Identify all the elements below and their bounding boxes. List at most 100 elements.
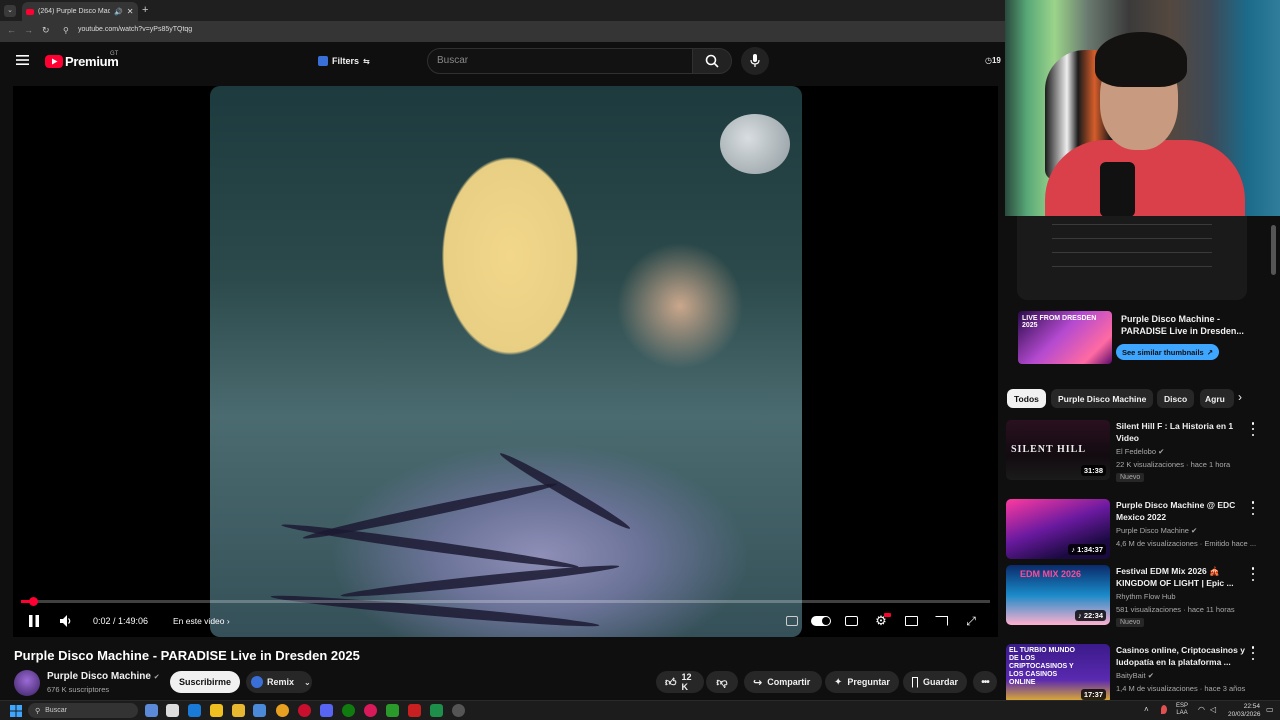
record-icon[interactable]	[408, 704, 421, 717]
folder-icon[interactable]	[232, 704, 245, 717]
search-button[interactable]	[692, 48, 732, 74]
like-button[interactable]: 👍︎ 12 K	[656, 671, 704, 693]
save-button[interactable]: Guardar	[903, 671, 967, 693]
remix-button[interactable]: Remix ⌄	[246, 671, 312, 693]
close-tab-icon[interactable]: ✕	[127, 7, 134, 16]
list-item[interactable]: EDM MIX 2026 ♪ 22:34 Festival EDM Mix 20…	[1005, 565, 1280, 627]
windows-taskbar: ⚲ Buscar ˄ ESP LAA ◠ ◁ 22:54 20/03/2026 ▭	[0, 700, 1280, 720]
video-title[interactable]: Silent Hill F : La Historia en 1 Video	[1116, 420, 1246, 444]
opera-icon[interactable]	[298, 704, 311, 717]
discord-icon[interactable]	[320, 704, 333, 717]
tray-chevron-icon[interactable]: ˄	[1144, 705, 1149, 714]
voice-search-button[interactable]	[741, 47, 769, 75]
list-item[interactable]: ♪ 1:34:37 Purple Disco Machine @ EDC Mex…	[1005, 499, 1280, 561]
chapters-button[interactable]: En este video ›	[173, 616, 230, 626]
list-item[interactable]: EL TURBIO MUNDO DE LOS CRIPTOCASINOS Y L…	[1005, 644, 1280, 706]
progress-bar[interactable]	[21, 597, 990, 606]
video-title[interactable]: Casinos online, Criptocasinos y ludopatí…	[1116, 644, 1246, 668]
video-thumbnail[interactable]: EL TURBIO MUNDO DE LOS CRIPTOCASINOS Y L…	[1006, 644, 1110, 704]
volume-tray-icon[interactable]: ◁	[1210, 705, 1216, 714]
windows-start-icon[interactable]	[10, 705, 22, 717]
search-input[interactable]: Buscar	[427, 48, 693, 74]
subtitles-button[interactable]	[841, 611, 861, 631]
excel-icon[interactable]	[430, 704, 443, 717]
channel-name[interactable]: Rhythm Flow Hub	[1116, 592, 1176, 601]
more-options-icon[interactable]	[1250, 501, 1256, 515]
header-right-partial[interactable]: ◷19	[985, 56, 1001, 65]
chip-todos[interactable]: Todos	[1007, 389, 1046, 408]
fullscreen-button[interactable]: ⤢	[961, 611, 981, 631]
app-icon[interactable]	[253, 704, 266, 717]
notes-icon[interactable]	[210, 704, 223, 717]
video-title[interactable]: Purple Disco Machine @ EDC Mexico 2022	[1116, 499, 1246, 523]
more-actions-button[interactable]: •••	[973, 671, 997, 693]
channel-name[interactable]: El Fedelobo ✔	[1116, 447, 1164, 456]
video-thumbnail[interactable]: EDM MIX 2026 ♪ 22:34	[1006, 565, 1110, 625]
promo-title[interactable]: Purple Disco Machine - PARADISE Live in …	[1121, 313, 1251, 337]
settings-button[interactable]: ⚙	[871, 611, 891, 631]
filters-player-button[interactable]	[782, 611, 802, 631]
obs-icon[interactable]	[452, 704, 465, 717]
pause-icon	[29, 615, 39, 627]
back-icon[interactable]: ←	[7, 25, 16, 35]
filters-button[interactable]: Filters ⇆	[312, 49, 378, 73]
taskbar-search[interactable]: ⚲ Buscar	[28, 703, 138, 718]
streamer-microphone	[1100, 162, 1135, 216]
list-item[interactable]: SILENT HILL 31:38 Silent Hill F : La His…	[1005, 420, 1280, 482]
url-field[interactable]: youtube.com/watch?v=yPs85yTQtqg	[78, 26, 192, 33]
reload-icon[interactable]: ↻	[42, 25, 50, 36]
see-similar-thumbnails-button[interactable]: See similar thumbnails ↗	[1116, 344, 1219, 360]
more-options-icon[interactable]	[1250, 567, 1256, 581]
share-button[interactable]: ↪ Compartir	[744, 671, 822, 693]
channel-name[interactable]: Purple Disco Machine ✔	[1116, 526, 1197, 535]
site-info-icon[interactable]: ⚲	[63, 26, 69, 35]
video-thumbnail[interactable]: ♪ 1:34:37	[1006, 499, 1110, 559]
sliders-icon: ⇆	[363, 56, 370, 66]
language-indicator[interactable]: ESP LAA	[1176, 703, 1188, 717]
widgets-icon[interactable]	[166, 704, 179, 717]
autoplay-toggle[interactable]	[809, 611, 833, 631]
forward-icon[interactable]: →	[24, 25, 33, 35]
progress-scrubber[interactable]	[28, 597, 38, 606]
promo-thumbnail[interactable]: LIVE FROM DRESDEN 2025	[1018, 311, 1112, 364]
volume-button[interactable]	[56, 611, 76, 631]
play-icon[interactable]	[386, 704, 399, 717]
pause-button[interactable]	[24, 611, 44, 631]
chrome-icon[interactable]	[276, 704, 289, 717]
youtube-header: Premium GT Filters ⇆ Buscar ◷19	[0, 42, 1005, 80]
microphone-icon	[750, 54, 760, 67]
browser-tab[interactable]: (264) Purple Disco Machine 🔊 ✕	[22, 2, 138, 21]
dislike-button[interactable]: 👎︎	[706, 671, 738, 693]
cast-button[interactable]	[931, 611, 951, 631]
chip-purple-disco-machine[interactable]: Purple Disco Machine	[1051, 389, 1154, 408]
wifi-icon[interactable]: ◠	[1198, 705, 1205, 714]
scrollbar-thumb[interactable]	[1271, 225, 1276, 275]
channel-avatar[interactable]	[14, 670, 40, 696]
xbox-icon[interactable]	[342, 704, 355, 717]
video-player[interactable]: 0:02 / 1:49:06 En este video › ⚙ ⤢	[13, 86, 998, 637]
task-view-icon[interactable]	[145, 704, 158, 717]
chip-disco[interactable]: Disco	[1157, 389, 1195, 408]
more-options-icon[interactable]	[1250, 646, 1256, 660]
notifications-icon[interactable]: ▭	[1266, 705, 1274, 714]
more-options-icon[interactable]	[1250, 422, 1256, 436]
channel-name[interactable]: Purple Disco Machine ✔	[47, 671, 160, 682]
channel-name[interactable]: BaityBait ✔	[1116, 671, 1154, 680]
tab-list-button[interactable]: ⌄	[4, 5, 16, 17]
menu-icon[interactable]	[16, 55, 29, 65]
chip-agru[interactable]: Agru	[1200, 389, 1234, 408]
new-tab-button[interactable]: +	[142, 4, 148, 16]
thumbs-down-icon: 👎︎	[716, 676, 728, 689]
outlook-icon[interactable]	[188, 704, 201, 717]
subscribe-button[interactable]: Suscribirme	[170, 671, 240, 693]
miniplayer-button[interactable]	[901, 611, 921, 631]
video-thumbnail[interactable]: SILENT HILL 31:38	[1006, 420, 1110, 480]
taskbar-clock[interactable]: 22:54 20/03/2026	[1228, 703, 1261, 719]
media-player-icon[interactable]	[364, 704, 377, 717]
youtube-logo-icon[interactable]	[45, 55, 63, 68]
chips-next-icon[interactable]: ›	[1238, 390, 1242, 404]
video-frame[interactable]	[210, 86, 802, 637]
tray-location-icon[interactable]	[1161, 705, 1167, 714]
ask-button[interactable]: ✦ Preguntar	[825, 671, 899, 693]
video-title[interactable]: Festival EDM Mix 2026 🎪 KINGDOM OF LIGHT…	[1116, 565, 1246, 589]
